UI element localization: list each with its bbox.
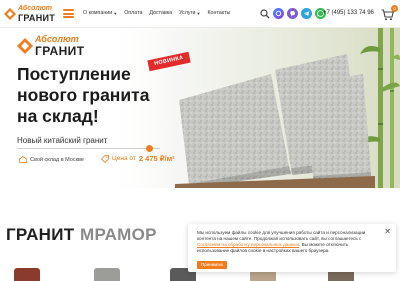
accept-cookies-button[interactable]: Принимаю bbox=[197, 261, 227, 269]
feature-stock-label: Свой склад в Москве bbox=[30, 156, 84, 163]
search-icon[interactable] bbox=[259, 8, 270, 19]
warehouse-icon bbox=[19, 156, 27, 163]
product-thumbnail[interactable] bbox=[14, 268, 40, 281]
nav-label: Услуги bbox=[179, 10, 196, 16]
hero-subtitle: Новый китайский гранит bbox=[17, 136, 108, 145]
cookie-text-part1: Мы используем файлы cookie для улучшения… bbox=[197, 230, 366, 241]
chevron-down-icon: ▼ bbox=[196, 10, 201, 16]
logo-text-top: Абсолют bbox=[18, 5, 52, 12]
nav-label: Оплата bbox=[124, 10, 143, 16]
header: Абсолют ГРАНИТ О компании ▼ Оплата Доста… bbox=[0, 0, 400, 28]
nav-item-services[interactable]: Услуги ▼ bbox=[179, 10, 200, 16]
tab-marble[interactable]: МРАМОР bbox=[80, 225, 157, 245]
site-logo[interactable]: Абсолют ГРАНИТ bbox=[4, 4, 58, 24]
nav-item-about[interactable]: О компании ▼ bbox=[83, 10, 117, 16]
cookie-text: Мы используем файлы cookie для улучшения… bbox=[197, 230, 377, 254]
phone-number[interactable]: +7 (495) 133 74 96 bbox=[323, 10, 374, 16]
price-tag-icon bbox=[101, 154, 109, 163]
logo-text-bottom: ГРАНИТ bbox=[18, 13, 56, 23]
hero-banner[interactable]: НОВИНКА Абсолют ГРАНИТ Поступление новог… bbox=[0, 28, 400, 188]
nav-label: Контакты bbox=[207, 10, 231, 16]
header-icons bbox=[259, 8, 326, 19]
granite-tiles-image bbox=[175, 54, 375, 188]
nav-item-contacts[interactable]: Контакты bbox=[207, 10, 230, 16]
nav-item-payment[interactable]: Оплата bbox=[124, 10, 142, 16]
hero-title-line: Поступление bbox=[17, 64, 131, 84]
cookie-banner: Мы используем файлы cookie для улучшения… bbox=[188, 224, 396, 272]
hero-divider bbox=[17, 145, 160, 152]
logo-mark-icon bbox=[4, 8, 16, 20]
hero-logo-text-bottom: ГРАНИТ bbox=[35, 44, 85, 58]
hero-title-line: на склад! bbox=[17, 106, 99, 126]
price-label: Цена от bbox=[112, 155, 136, 162]
page: Абсолют ГРАНИТ О компании ▼ Оплата Доста… bbox=[0, 0, 400, 281]
menu-burger-icon[interactable] bbox=[63, 9, 74, 18]
cart-button[interactable]: 0 bbox=[381, 5, 398, 21]
price-value: 2 475 ₽/м² bbox=[138, 154, 175, 163]
hero-logo-text-top: Абсолют bbox=[35, 34, 79, 44]
hero-title-line: нового гранита bbox=[17, 85, 150, 105]
feature-price: Цена от 2 475 ₽/м² bbox=[101, 154, 175, 163]
max-messenger-icon[interactable] bbox=[273, 8, 284, 19]
tab-granite[interactable]: ГРАНИТ bbox=[6, 225, 74, 245]
nav-label: О компании bbox=[83, 10, 113, 16]
viber-icon[interactable] bbox=[287, 8, 298, 19]
hero-logo: Абсолют ГРАНИТ bbox=[17, 34, 97, 58]
telegram-icon[interactable] bbox=[301, 8, 312, 19]
close-icon[interactable]: ✕ bbox=[384, 228, 391, 236]
hero-title: Поступление нового гранита на склад! bbox=[17, 64, 187, 127]
logo-mark-icon bbox=[17, 38, 33, 54]
chevron-down-icon: ▼ bbox=[113, 10, 118, 16]
nav-item-delivery[interactable]: Доставка bbox=[149, 10, 172, 16]
nav-label: Доставка bbox=[149, 10, 173, 16]
main-nav: О компании ▼ Оплата Доставка Услуги ▼ Ко… bbox=[83, 10, 230, 16]
feature-stock: Свой склад в Москве bbox=[19, 156, 84, 163]
privacy-consent-link[interactable]: Согласием на обработку персональных данн… bbox=[197, 242, 299, 247]
cart-count-badge: 0 bbox=[391, 5, 398, 12]
divider-dot bbox=[146, 145, 153, 152]
product-thumbnail[interactable] bbox=[94, 268, 120, 281]
